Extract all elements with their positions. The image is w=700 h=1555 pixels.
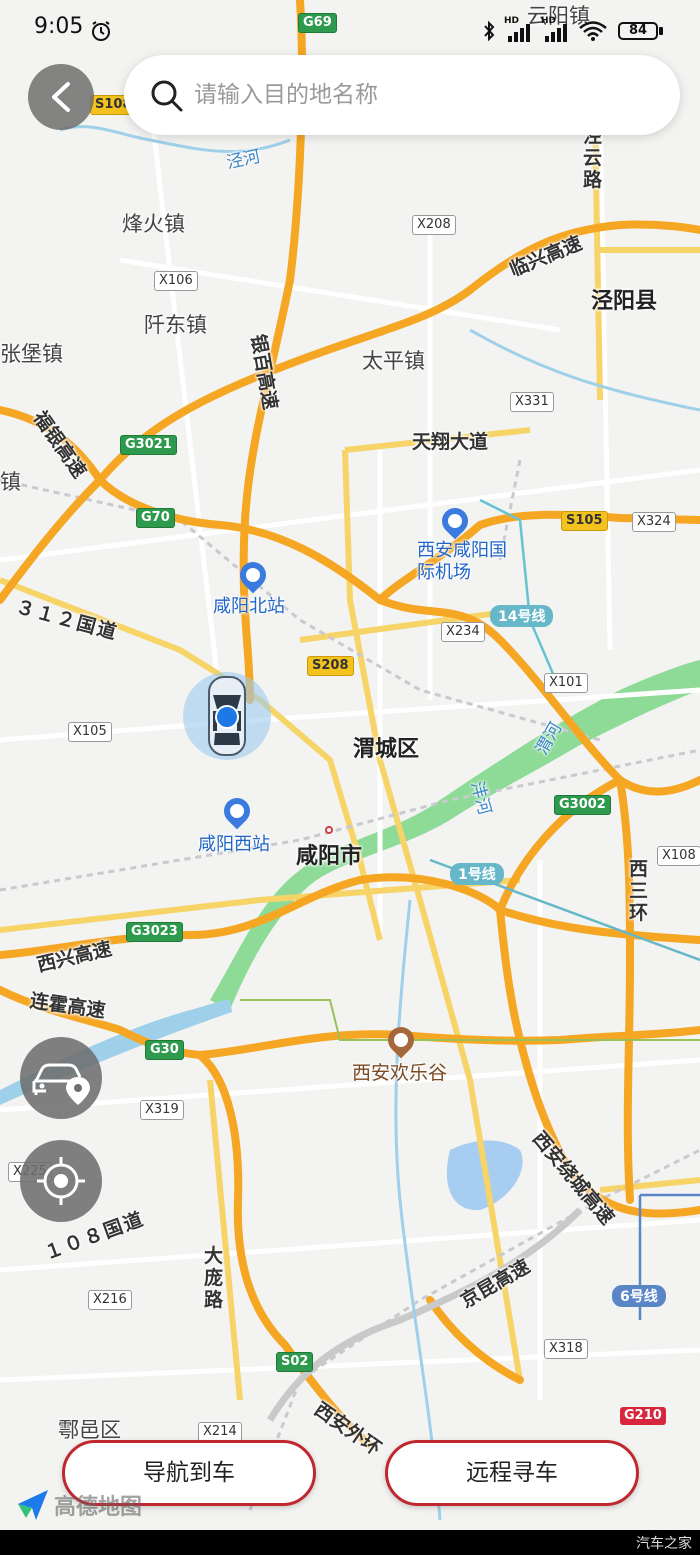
road-shield: G70 bbox=[136, 508, 175, 528]
back-button[interactable] bbox=[28, 64, 94, 130]
road-shield: X101 bbox=[544, 673, 588, 693]
bluetooth-icon bbox=[484, 20, 495, 42]
road-shield: X105 bbox=[68, 722, 112, 742]
road-shield: X216 bbox=[88, 1290, 132, 1310]
road-label: 大庞路 bbox=[204, 1245, 224, 1311]
place-label: 阡东镇 bbox=[144, 313, 207, 337]
app-screen: G69 S108 X208 X106 X331 G3021 G70 S105 X… bbox=[0, 0, 700, 1555]
amap-text: 高德地图 bbox=[54, 1495, 143, 1520]
metro-line-label: 6号线 bbox=[612, 1285, 666, 1307]
road-shield: S208 bbox=[307, 656, 354, 676]
amap-arrow-icon bbox=[18, 1490, 48, 1520]
chevron-left-icon bbox=[52, 82, 70, 112]
city-center-dot bbox=[325, 826, 333, 834]
locate-icon bbox=[37, 1157, 85, 1205]
clock: 9:05 bbox=[34, 14, 84, 39]
road-shield: S105 bbox=[561, 511, 608, 531]
metro-line-label: 14号线 bbox=[490, 605, 554, 627]
road-shield: X324 bbox=[632, 512, 676, 532]
road-shield: G210 bbox=[620, 1407, 666, 1425]
place-label: 咸阳市 bbox=[296, 844, 363, 869]
battery-indicator: 84 bbox=[618, 22, 658, 40]
road-shield: G30 bbox=[145, 1040, 184, 1060]
road-label: 天翔大道 bbox=[412, 431, 489, 453]
car-location-button[interactable] bbox=[20, 1037, 102, 1119]
metro-line-label: 1号线 bbox=[450, 863, 504, 885]
road-shield: G3023 bbox=[126, 922, 183, 942]
road-shield: X214 bbox=[198, 1422, 242, 1442]
car-pin-icon bbox=[32, 1063, 90, 1105]
road-shield: X108 bbox=[657, 846, 700, 866]
search-input[interactable] bbox=[194, 73, 654, 117]
poi-label-west-station: 咸阳西站 bbox=[198, 834, 270, 855]
place-label: 泾阳县 bbox=[591, 289, 658, 314]
place-label: 镇 bbox=[0, 470, 21, 494]
place-label: 渭城区 bbox=[353, 737, 420, 762]
place-label: 烽火镇 bbox=[122, 212, 185, 236]
watermark: 汽车之家 bbox=[636, 1536, 692, 1552]
road-shield: X234 bbox=[441, 622, 485, 642]
remote-find-car-button[interactable]: 远程寻车 bbox=[385, 1440, 639, 1506]
road-shield: X106 bbox=[154, 271, 198, 291]
alarm-icon bbox=[92, 21, 110, 41]
bottom-band bbox=[0, 1530, 700, 1555]
road-shield: G3021 bbox=[120, 435, 177, 455]
locate-me-button[interactable] bbox=[20, 1140, 102, 1222]
road-shield: G3002 bbox=[554, 795, 611, 815]
poi-label-north-station: 咸阳北站 bbox=[213, 596, 285, 617]
poi-label-airport: 西安咸阳国际机场 bbox=[417, 540, 507, 583]
road-shield: X331 bbox=[510, 392, 554, 412]
place-label: 太平镇 bbox=[362, 349, 425, 373]
search-icon bbox=[151, 80, 183, 112]
map-view[interactable]: G69 S108 X208 X106 X331 G3021 G70 S105 X… bbox=[0, 0, 700, 1530]
amap-logo: 高德地图 bbox=[16, 1488, 142, 1522]
car-location-marker[interactable] bbox=[182, 671, 272, 761]
wifi-icon bbox=[579, 21, 607, 41]
road-shield: S02 bbox=[276, 1352, 314, 1372]
status-bar: 9:05 HD HD 84 bbox=[0, 0, 700, 60]
search-bar[interactable] bbox=[124, 55, 680, 135]
road-shield: X318 bbox=[544, 1339, 588, 1359]
battery-tip bbox=[659, 27, 663, 35]
road-shield: X319 bbox=[140, 1100, 184, 1120]
car-icon bbox=[183, 672, 271, 760]
road-shield: X208 bbox=[412, 215, 456, 235]
road-label: 西三环 bbox=[629, 858, 649, 924]
poi-label-happy-valley: 西安欢乐谷 bbox=[352, 1062, 448, 1084]
place-label: 张堡镇 bbox=[0, 342, 63, 366]
